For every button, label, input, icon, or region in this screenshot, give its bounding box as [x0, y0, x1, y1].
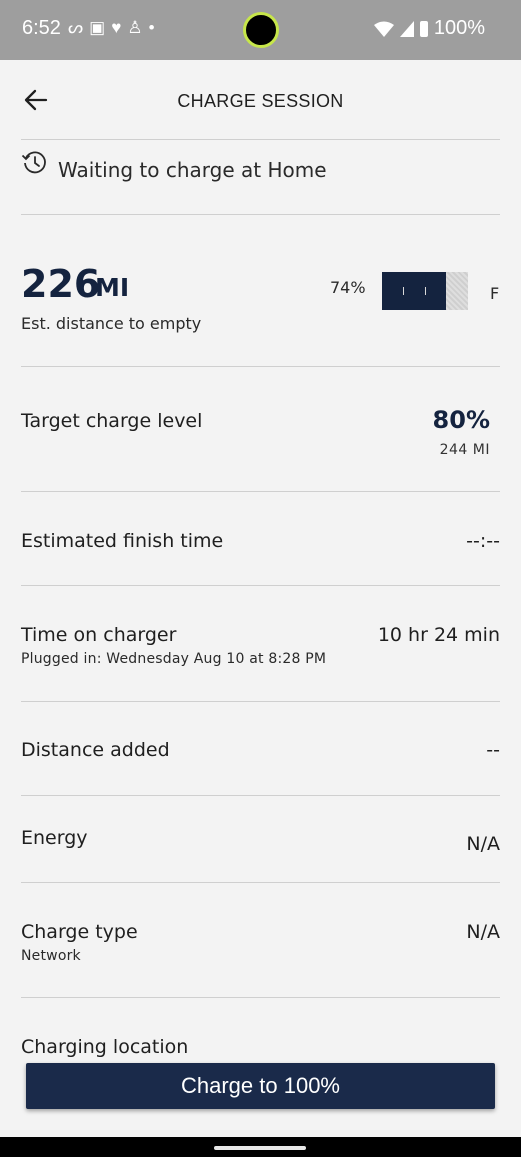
health-icon: ♥: [111, 18, 128, 37]
target-charge-distance: 244 MI: [439, 442, 490, 458]
voicemail-icon: ᔕ: [68, 18, 90, 37]
home-gesture-handle[interactable]: [214, 1146, 306, 1150]
divider: [21, 882, 500, 883]
battery-gauge-fill: [382, 272, 446, 310]
charge-type-label: Charge type: [21, 921, 138, 943]
range-value: 226: [21, 262, 101, 306]
target-charge-label: Target charge level: [21, 410, 203, 432]
battery-gauge: [382, 272, 468, 310]
battery-gauge-tick: [403, 287, 404, 295]
divider: [21, 214, 500, 215]
target-charge-value: 80%: [432, 406, 490, 434]
energy-label: Energy: [21, 827, 88, 849]
battery-percent-status: 100%: [433, 17, 485, 39]
divider: [21, 491, 500, 492]
divider: [21, 585, 500, 586]
time-on-charger-value: 10 hr 24 min: [377, 624, 500, 646]
divider: [21, 701, 500, 702]
range-caption: Est. distance to empty: [21, 314, 202, 333]
notification-icons: ᔕ▣♥♙•: [68, 18, 161, 38]
plugged-in-text: Plugged in: Wednesday Aug 10 at 8:28 PM: [21, 651, 327, 667]
teams-icon: ▣: [89, 18, 112, 37]
charge-to-100-button[interactable]: Charge to 100%: [26, 1063, 495, 1109]
battery-percent: 74%: [330, 278, 366, 297]
dot-icon: •: [148, 18, 161, 37]
battery-gauge-tick: [425, 287, 426, 295]
charge-type-sub: Network: [21, 948, 81, 964]
battery-icon: [419, 20, 428, 37]
status-right: 100%: [373, 17, 485, 40]
battery-full-label: F: [490, 284, 500, 303]
status-time: 6:52: [22, 17, 61, 39]
charging-location-label: Charging location: [21, 1036, 189, 1058]
session-status: Waiting to charge at Home: [21, 149, 500, 189]
distance-added-label: Distance added: [21, 739, 170, 761]
divider: [21, 366, 500, 367]
divider: [21, 139, 500, 140]
finish-time-value: --:--: [466, 530, 500, 552]
history-icon: [21, 151, 46, 174]
finish-time-label: Estimated finish time: [21, 530, 224, 552]
divider: [21, 997, 500, 998]
time-on-charger-label: Time on charger: [21, 624, 177, 646]
page-title: CHARGE SESSION: [177, 91, 344, 111]
session-status-text: Waiting to charge at Home: [58, 158, 327, 182]
energy-value: N/A: [466, 833, 500, 855]
distance-added-value: --: [486, 739, 500, 761]
wifi-icon: [373, 21, 394, 37]
charge-type-value: N/A: [466, 921, 500, 943]
range-unit: MI: [95, 273, 130, 302]
status-bar: 6:52 ᔕ▣♥♙• 100%: [0, 0, 521, 60]
camera-cutout: [243, 12, 279, 48]
app-header: CHARGE SESSION: [0, 60, 521, 140]
divider: [21, 795, 500, 796]
navigation-bar: [0, 1137, 521, 1157]
signal-icon: [399, 20, 414, 37]
accessibility-icon: ♙: [127, 18, 149, 37]
